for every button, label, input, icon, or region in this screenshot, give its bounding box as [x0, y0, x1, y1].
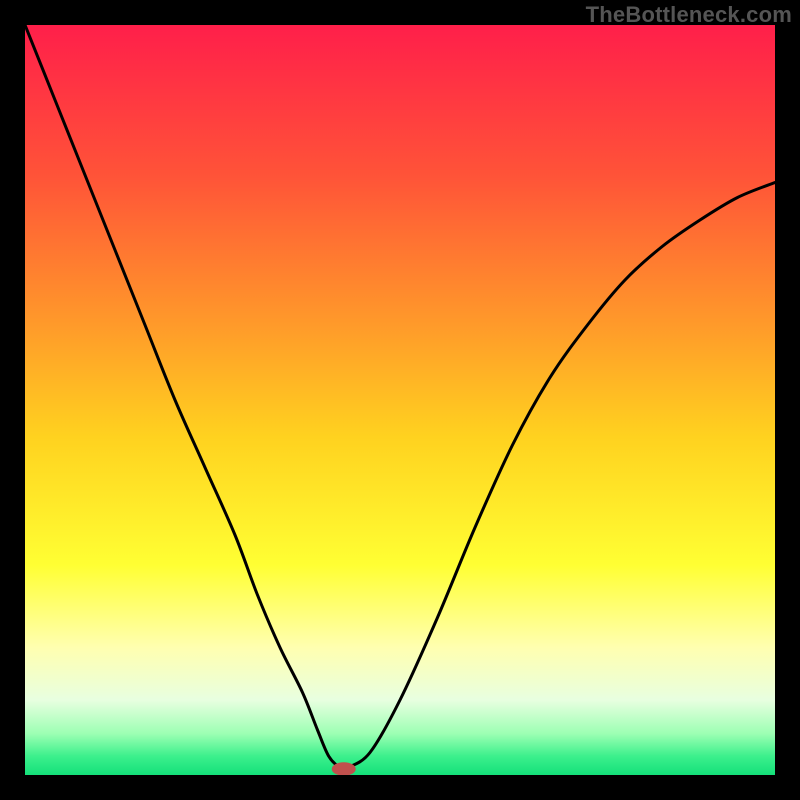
plot-area: [25, 25, 775, 775]
bottleneck-chart: [25, 25, 775, 775]
gradient-background: [25, 25, 775, 775]
chart-frame: TheBottleneck.com: [0, 0, 800, 800]
